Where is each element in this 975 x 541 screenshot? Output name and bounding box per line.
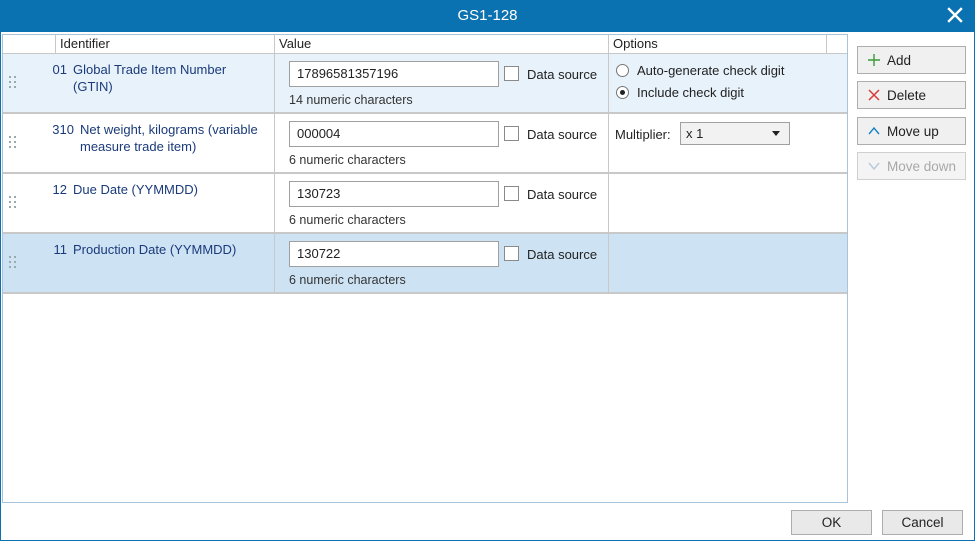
value-input[interactable]: 000004	[289, 121, 499, 147]
ai-name-line2: (GTIN)	[73, 79, 113, 94]
drag-handle-icon[interactable]	[9, 136, 17, 152]
ok-button[interactable]: OK	[791, 510, 872, 535]
data-source-label: Data source	[527, 127, 598, 142]
move-up-button[interactable]: Move up	[857, 117, 966, 145]
window-title: GS1-128	[457, 7, 518, 24]
value-hint: 14 numeric characters	[289, 93, 413, 107]
header-spacer	[826, 35, 847, 53]
chevron-down-icon	[867, 159, 881, 173]
value-hint: 6 numeric characters	[289, 273, 406, 287]
ai-code: 01	[52, 62, 67, 77]
chevron-up-icon	[867, 124, 881, 138]
data-source-label: Data source	[527, 67, 598, 82]
identifier-cell: 01 Global Trade Item Number (GTIN)	[49, 61, 273, 95]
chevron-down-icon	[772, 131, 780, 136]
table-row-selected[interactable]: 11 Production Date (YYMMDD) 130722 6 nume…	[3, 234, 847, 294]
ai-name-line1: Production Date (YYMMDD)	[73, 242, 237, 257]
data-source-label: Data source	[527, 187, 598, 202]
delete-button[interactable]: Delete	[857, 81, 966, 109]
identifier-cell: 11 Production Date (YYMMDD)	[49, 241, 273, 258]
title-bar: GS1-128	[0, 0, 975, 32]
cancel-button[interactable]: Cancel	[882, 510, 963, 535]
table-row[interactable]: 01 Global Trade Item Number (GTIN) 1789658…	[3, 54, 847, 114]
value-input[interactable]: 130722	[289, 241, 499, 267]
table-row[interactable]: 12 Due Date (YYMMDD) 130723 6 numeric cha…	[3, 174, 847, 234]
header-identifier[interactable]: Identifier	[55, 35, 274, 53]
ai-grid: Identifier Value Options 01 Global Trade …	[2, 34, 848, 503]
value-hint: 6 numeric characters	[289, 153, 406, 167]
multiplier-value: x 1	[686, 126, 704, 141]
multiplier-select[interactable]: x 1	[680, 122, 790, 145]
add-button[interactable]: Add	[857, 46, 966, 74]
data-source-label: Data source	[527, 247, 598, 262]
ai-name-line1: Global Trade Item Number	[73, 62, 227, 77]
grid-header: Identifier Value Options	[3, 35, 847, 54]
delete-x-icon	[867, 88, 881, 102]
drag-handle-icon[interactable]	[9, 256, 17, 272]
close-icon[interactable]	[945, 5, 965, 25]
header-grip-column	[3, 35, 55, 53]
identifier-cell: 12 Due Date (YYMMDD)	[49, 181, 273, 198]
multiplier-label: Multiplier:	[615, 127, 671, 142]
ai-name-line1: Due Date (YYMMDD)	[73, 182, 198, 197]
ai-code: 11	[53, 242, 68, 257]
drag-handle-icon[interactable]	[9, 196, 17, 212]
ai-name-line2: measure trade item)	[80, 139, 197, 154]
ai-code: 310	[52, 122, 74, 137]
move-down-button[interactable]: Move down	[857, 152, 966, 180]
ai-code: 12	[52, 182, 67, 197]
header-options[interactable]: Options	[608, 35, 826, 53]
value-input[interactable]: 130723	[289, 181, 499, 207]
plus-icon	[867, 53, 881, 67]
header-value[interactable]: Value	[274, 35, 608, 53]
value-hint: 6 numeric characters	[289, 213, 406, 227]
identifier-cell: 310 Net weight, kilograms (variable measur…	[49, 121, 273, 155]
ai-name-line1: Net weight, kilograms (variable	[80, 122, 258, 137]
drag-handle-icon[interactable]	[9, 76, 17, 92]
table-row[interactable]: 310 Net weight, kilograms (variable measur…	[3, 114, 847, 174]
value-input[interactable]: 17896581357196	[289, 61, 499, 87]
